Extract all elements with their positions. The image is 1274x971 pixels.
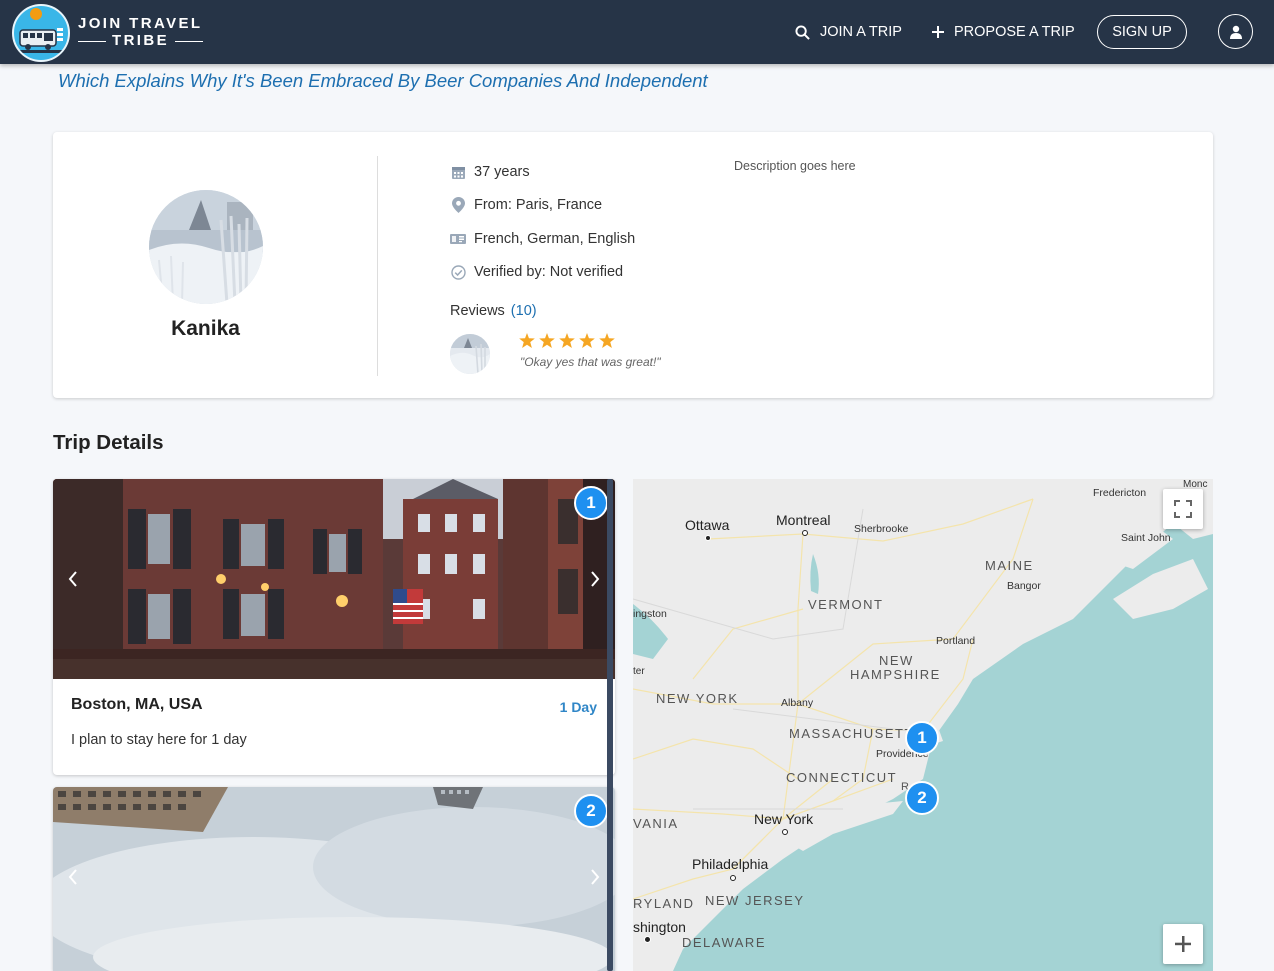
carousel-next-button[interactable] bbox=[583, 559, 607, 599]
profile-name: Kanika bbox=[171, 317, 240, 340]
map-label-vermont: VERMONT bbox=[808, 597, 884, 612]
check-circle-icon bbox=[450, 264, 466, 280]
map-label-saint-john: Saint John bbox=[1121, 532, 1171, 544]
map-pin-icon bbox=[450, 197, 466, 213]
logo-wordmark[interactable]: JOIN TRAVEL TRIBE bbox=[78, 16, 203, 49]
logo-icon[interactable] bbox=[12, 4, 70, 62]
chevron-left-icon bbox=[68, 869, 77, 885]
map-label-ottawa: Ottawa bbox=[685, 517, 730, 533]
top-navbar: JOIN TRAVEL TRIBE JOIN A TRIP PROPOSE A … bbox=[0, 0, 1274, 64]
map-label-montreal: Montreal bbox=[776, 512, 831, 528]
reviews-heading: Reviews (10) bbox=[450, 303, 537, 319]
trip-card-1[interactable]: 1 Boston, MA, USA 1 Day I plan to stay h… bbox=[53, 479, 615, 775]
age-text: 37 years bbox=[474, 164, 530, 180]
propose-trip-link[interactable]: PROPOSE A TRIP bbox=[932, 0, 1075, 64]
plus-icon bbox=[1175, 936, 1191, 952]
verified-row: Verified by: Not verified bbox=[450, 264, 623, 280]
trip-duration: 1 Day bbox=[559, 699, 597, 715]
propose-trip-label: PROPOSE A TRIP bbox=[954, 24, 1075, 40]
trip-card-2[interactable]: 2 bbox=[53, 787, 615, 971]
carousel-next-button[interactable] bbox=[583, 857, 607, 897]
trip-number-badge: 2 bbox=[574, 794, 608, 828]
map-label-sherbrooke: Sherbrooke bbox=[854, 523, 909, 535]
zoom-in-button[interactable] bbox=[1163, 924, 1203, 964]
age-row: 37 years bbox=[450, 164, 530, 180]
review-quote: "Okay yes that was great!" bbox=[520, 355, 661, 369]
map-label-connecticut: CONNECTICUT bbox=[786, 770, 898, 785]
trip-details-heading: Trip Details bbox=[53, 431, 164, 454]
map-label-maine: MAINE bbox=[985, 558, 1034, 573]
trips-scrollbar[interactable] bbox=[607, 479, 613, 971]
carousel-prev-button[interactable] bbox=[61, 559, 85, 599]
sign-up-button[interactable]: SIGN UP bbox=[1097, 15, 1187, 49]
trip-number-badge: 1 bbox=[574, 486, 608, 520]
review-stars bbox=[519, 333, 615, 348]
star-icon bbox=[539, 333, 555, 348]
trip-map[interactable]: Ottawa Montreal Sherbrooke Fredericton M… bbox=[633, 479, 1213, 971]
language-icon bbox=[450, 231, 466, 247]
star-icon bbox=[599, 333, 615, 348]
map-city-dot bbox=[782, 829, 788, 835]
map-marker[interactable]: 1 bbox=[905, 721, 939, 755]
languages-text: French, German, English bbox=[474, 231, 636, 247]
fullscreen-button[interactable] bbox=[1163, 489, 1203, 529]
map-city-dot bbox=[802, 530, 808, 536]
search-icon bbox=[795, 24, 810, 40]
profile-card: Kanika 37 years From: Paris, France Fren… bbox=[53, 132, 1213, 398]
user-icon bbox=[1229, 25, 1242, 39]
chevron-right-icon bbox=[591, 571, 600, 587]
map-label-kingston: ingston bbox=[633, 608, 667, 620]
chevron-right-icon bbox=[591, 869, 600, 885]
map-label-new-hampshire-line2: HAMPSHIRE bbox=[850, 667, 941, 682]
divider bbox=[377, 156, 378, 376]
map-label-new-jersey: NEW JERSEY bbox=[705, 893, 805, 908]
map-label-philadelphia: Philadelphia bbox=[692, 856, 769, 872]
map-label-new-hampshire-line1: NEW bbox=[879, 653, 914, 668]
trip-photo-boston bbox=[53, 479, 615, 679]
map-city-dot bbox=[644, 936, 651, 943]
fullscreen-icon bbox=[1174, 500, 1192, 518]
map-label-maryland: RYLAND bbox=[633, 896, 695, 911]
star-icon bbox=[559, 333, 575, 348]
plus-icon bbox=[932, 26, 944, 38]
logo-line2: TRIBE bbox=[112, 32, 169, 49]
map-label-new-york-city: New York bbox=[754, 811, 814, 827]
join-trip-label: JOIN A TRIP bbox=[820, 24, 902, 40]
map-label-delaware: DELAWARE bbox=[682, 935, 766, 950]
map-label-fredericton: Fredericton bbox=[1093, 487, 1147, 499]
map-label-portland: Portland bbox=[936, 635, 976, 647]
trip-photo-skyline bbox=[53, 787, 615, 971]
map-label-bangor: Bangor bbox=[1007, 580, 1041, 592]
calendar-icon bbox=[450, 164, 466, 180]
profile-description: Description goes here bbox=[734, 159, 856, 173]
chevron-left-icon bbox=[68, 571, 77, 587]
map-marker[interactable]: 2 bbox=[905, 781, 939, 815]
profile-avatar bbox=[149, 190, 263, 304]
location-text: From: Paris, France bbox=[474, 197, 603, 213]
map-label-washington: shington bbox=[633, 919, 686, 935]
logo-line1: JOIN TRAVEL bbox=[78, 15, 203, 32]
trip-description: I plan to stay here for 1 day bbox=[71, 732, 247, 748]
verified-text: Verified by: Not verified bbox=[474, 264, 624, 280]
location-row: From: Paris, France bbox=[450, 197, 602, 213]
map-label-pennsylvania: VANIA bbox=[633, 816, 679, 831]
banner-subtitle: Which Explains Why It's Been Embraced By… bbox=[58, 70, 708, 91]
join-trip-link[interactable]: JOIN A TRIP bbox=[795, 0, 902, 64]
map-label-partial-city: ter bbox=[633, 666, 645, 677]
reviews-count[interactable]: (10) bbox=[511, 303, 537, 319]
map-city-dot bbox=[730, 875, 736, 881]
map-label-albany: Albany bbox=[781, 697, 814, 709]
map-label-massachusetts: MASSACHUSETT bbox=[789, 726, 914, 741]
trip-place: Boston, MA, USA bbox=[71, 696, 203, 713]
map-city-dot bbox=[705, 535, 711, 541]
languages-row: French, German, English bbox=[450, 231, 635, 247]
account-button[interactable] bbox=[1218, 14, 1253, 49]
star-icon bbox=[579, 333, 595, 348]
reviewer-avatar bbox=[450, 334, 490, 374]
star-icon bbox=[519, 333, 535, 348]
carousel-prev-button[interactable] bbox=[61, 857, 85, 897]
reviews-label: Reviews bbox=[450, 303, 505, 319]
map-label-new-york-state: NEW YORK bbox=[656, 691, 739, 706]
